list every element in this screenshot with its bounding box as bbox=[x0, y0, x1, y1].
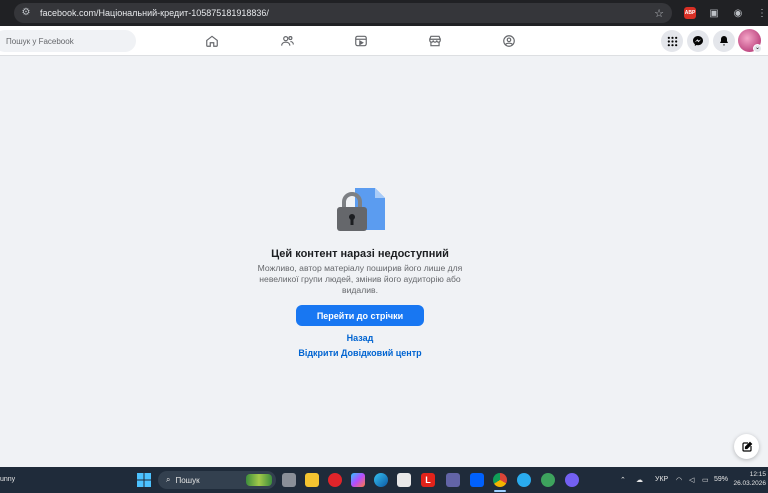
menu-grid-icon[interactable] bbox=[661, 30, 683, 52]
active-app-indicator bbox=[494, 490, 506, 492]
messenger-icon[interactable] bbox=[687, 30, 709, 52]
back-link[interactable]: Назад bbox=[0, 333, 720, 343]
notifications-bell-icon[interactable] bbox=[713, 30, 735, 52]
battery-icon[interactable]: ▭ bbox=[702, 476, 709, 484]
volume-icon[interactable]: ◁ bbox=[689, 476, 694, 484]
extensions-puzzle-icon[interactable]: ▣ bbox=[708, 8, 720, 19]
clock-time: 12:15 bbox=[749, 471, 766, 478]
browser-toolbar: ⚙ facebook.com/Національний-кредит-10587… bbox=[0, 0, 768, 26]
dropbox-icon[interactable] bbox=[470, 473, 484, 487]
facebook-search-input[interactable] bbox=[6, 36, 126, 46]
site-info-icon[interactable]: ⚙ bbox=[20, 7, 32, 19]
home-icon[interactable] bbox=[204, 33, 220, 49]
system-clock[interactable]: 12:15 26.03.2026 bbox=[732, 470, 768, 488]
teams-icon[interactable] bbox=[446, 473, 460, 487]
page-title: Цей контент наразі недоступний bbox=[271, 248, 449, 260]
lnk-app-icon[interactable]: L bbox=[421, 473, 435, 487]
task-view-icon[interactable] bbox=[282, 473, 296, 487]
torrent-icon[interactable] bbox=[541, 473, 555, 487]
search-highlight-image bbox=[246, 474, 272, 486]
tray-chevron-up-icon[interactable]: ⌃ bbox=[620, 476, 626, 484]
store-icon[interactable] bbox=[397, 473, 411, 487]
windows-start-icon[interactable] bbox=[137, 473, 151, 487]
video-icon[interactable] bbox=[353, 33, 369, 49]
taskbar-search-label: Пошук bbox=[175, 475, 200, 485]
chrome-icon[interactable] bbox=[493, 473, 507, 487]
url-text: facebook.com/Національний-кредит-1058751… bbox=[40, 8, 269, 18]
weather-tray-icon[interactable]: ☁ bbox=[636, 476, 643, 484]
adblock-extension-icon[interactable]: ABP bbox=[684, 7, 696, 19]
taskbar-search[interactable]: ⌕ Пошук bbox=[158, 471, 276, 489]
viber-icon[interactable] bbox=[565, 473, 579, 487]
marketplace-icon[interactable] bbox=[427, 33, 443, 49]
telegram-icon[interactable] bbox=[517, 473, 531, 487]
search-icon: ⌕ bbox=[166, 475, 171, 484]
facebook-top-bar: ⌄ bbox=[0, 26, 768, 56]
menu-kebab-icon[interactable]: ⋮ bbox=[756, 8, 768, 19]
chevron-down-icon[interactable]: ⌄ bbox=[753, 44, 762, 53]
address-bar[interactable]: ⚙ facebook.com/Національний-кредит-10587… bbox=[14, 3, 672, 23]
gaming-icon[interactable] bbox=[501, 33, 517, 49]
help-center-link[interactable]: Відкрити Довідковий центр bbox=[0, 348, 720, 358]
file-explorer-icon[interactable] bbox=[305, 473, 319, 487]
unavailable-description: Можливо, автор матеріалу поширив його ли… bbox=[257, 263, 463, 295]
go-to-feed-button[interactable]: Перейти до стрічки bbox=[296, 305, 424, 326]
keyboard-language[interactable]: УКР bbox=[655, 476, 668, 483]
edge-icon[interactable] bbox=[374, 473, 388, 487]
content-locked-icon bbox=[337, 188, 385, 231]
bookmark-star-icon[interactable]: ☆ bbox=[654, 7, 664, 20]
profile-icon[interactable]: ◉ bbox=[732, 8, 744, 19]
battery-percent: 59% bbox=[714, 476, 729, 483]
copilot-icon[interactable] bbox=[351, 473, 365, 487]
facebook-search[interactable] bbox=[0, 30, 136, 52]
weather-widget-text[interactable]: unny bbox=[0, 476, 15, 483]
wifi-icon[interactable]: ◠ bbox=[676, 476, 682, 484]
new-message-compose-button[interactable] bbox=[734, 434, 759, 459]
windows-taskbar: unny ⌕ Пошук L ⌃ ☁ УКР ◠ ◁ ▭ 59% 12:15 2… bbox=[0, 467, 768, 493]
friends-icon[interactable] bbox=[279, 33, 295, 49]
opera-icon[interactable] bbox=[328, 473, 342, 487]
clock-date: 26.03.2026 bbox=[733, 480, 766, 487]
